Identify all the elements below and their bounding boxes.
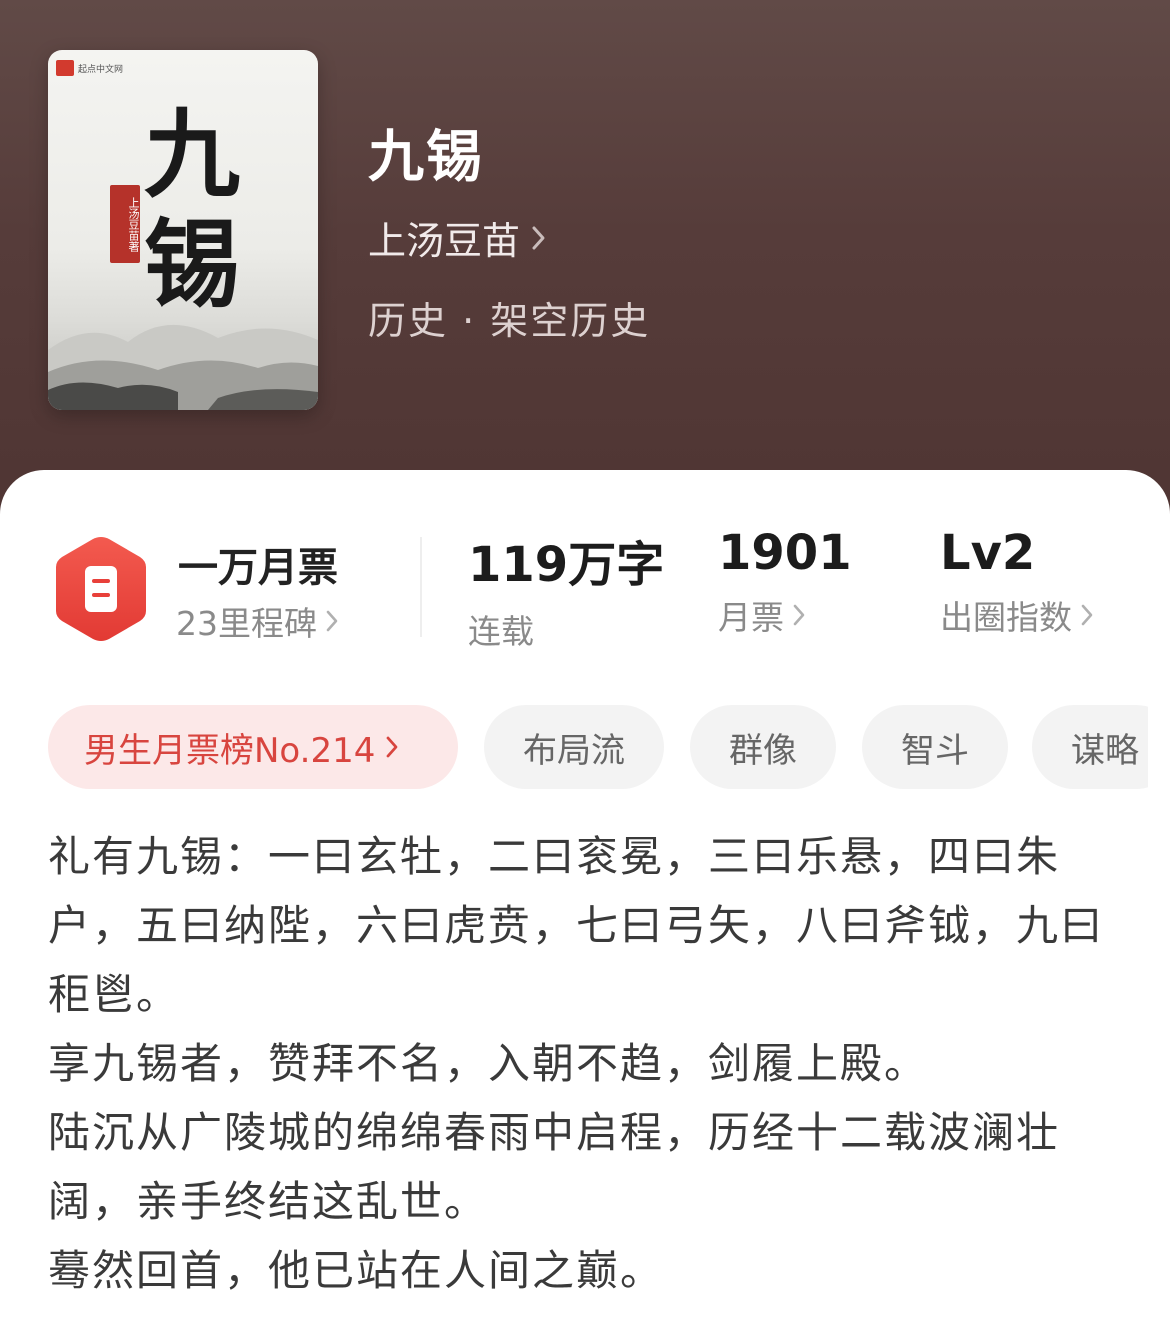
tag-item[interactable]: 谋略	[1032, 705, 1148, 789]
word-count-label: 连载	[468, 612, 534, 651]
book-description: 礼有九锡：一曰玄牡，二曰衮冕，三曰乐悬，四曰朱户，五曰纳陛，六曰虎贲，七曰弓矢，…	[48, 822, 1123, 1305]
description-paragraph: 礼有九锡：一曰玄牡，二曰衮冕，三曰乐悬，四曰朱户，五曰纳陛，六曰虎贲，七曰弓矢，…	[48, 832, 1105, 1019]
chevron-right-icon	[1081, 604, 1093, 626]
level-label: 出圈指数	[940, 598, 1072, 637]
level-value: Lv2	[940, 525, 1036, 581]
level-stat[interactable]: Lv2 出圈指数	[940, 525, 1094, 639]
stats-row: 一万月票 23里程碑 119万字 连载 1901 月票 Lv2 出圈指数	[0, 525, 1170, 651]
publisher-badge-icon	[56, 60, 74, 76]
book-header: 起点中文网 九锡 上汤豆苗著 九锡 上汤豆苗 历史 · 架空历史	[0, 0, 1170, 520]
ticket-icon[interactable]	[52, 533, 150, 645]
tag-item[interactable]: 布局流	[484, 705, 664, 789]
votes-value: 1901	[718, 525, 852, 581]
author-link[interactable]: 上汤豆苗	[368, 210, 548, 265]
rank-tag-label: 男生月票榜No.214	[84, 730, 376, 771]
description-paragraph: 享九锡者，赞拜不名，入朝不趋，剑履上殿。	[48, 1039, 929, 1088]
description-paragraph: 蓦然回首，他已站在人间之巅。	[48, 1246, 665, 1295]
cover-mountains-art	[48, 324, 318, 410]
word-count-stat: 119万字 连载	[468, 525, 664, 653]
word-count-value: 119万字	[468, 537, 665, 593]
description-paragraph: 陆沉从广陵城的绵绵春雨中启程，历经十二载波澜壮阔，亲手终结这乱世。	[48, 1108, 1061, 1226]
book-info-card: 一万月票 23里程碑 119万字 连载 1901 月票 Lv2 出圈指数 男生月…	[0, 470, 1170, 1336]
author-name: 上汤豆苗	[368, 219, 521, 263]
book-cover[interactable]: 起点中文网 九锡 上汤豆苗著	[48, 50, 318, 410]
cover-publisher-text: 起点中文网	[78, 64, 124, 75]
votes-label: 月票	[718, 598, 784, 637]
monthly-ticket-title: 一万月票	[178, 545, 338, 591]
tag-item[interactable]: 群像	[690, 705, 836, 789]
cover-publisher-logo: 起点中文网	[56, 60, 123, 76]
tag-list: 男生月票榜No.214 布局流 群像 智斗 谋略	[48, 705, 1148, 789]
votes-stat[interactable]: 1901 月票	[718, 525, 852, 639]
tag-item[interactable]: 智斗	[862, 705, 1008, 789]
stats-divider	[420, 537, 422, 637]
chevron-right-icon	[793, 604, 805, 626]
chevron-right-icon	[326, 610, 338, 632]
rank-tag[interactable]: 男生月票榜No.214	[48, 705, 458, 789]
milestones-link[interactable]: 23里程碑	[176, 597, 339, 645]
milestones-text: 23里程碑	[176, 604, 317, 643]
chevron-right-icon	[386, 736, 398, 758]
chevron-right-icon	[532, 226, 545, 249]
book-category: 历史 · 架空历史	[368, 299, 651, 343]
book-title: 九锡	[368, 125, 484, 190]
cover-author-seal: 上汤豆苗著	[110, 185, 140, 263]
